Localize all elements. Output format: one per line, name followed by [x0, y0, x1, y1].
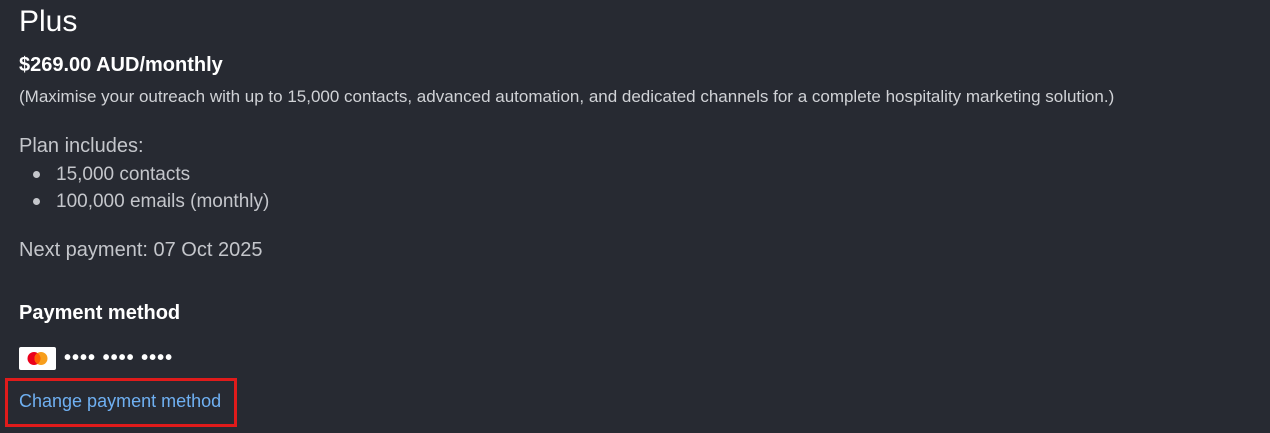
masked-card-number: •••• •••• ••••	[64, 347, 174, 369]
plan-includes-heading: Plan includes:	[19, 135, 144, 157]
plan-name: Plus	[19, 5, 78, 38]
bullet-icon	[33, 198, 40, 205]
plan-include-item: 100,000 emails (monthly)	[56, 191, 270, 212]
plan-includes-list: 15,000 contacts 100,000 emails (monthly)	[19, 161, 269, 215]
plan-include-item: 15,000 contacts	[56, 164, 191, 185]
saved-card-row: •••• •••• ••••	[19, 346, 173, 370]
mastercard-icon	[19, 346, 56, 370]
plan-description: (Maximise your outreach with up to 15,00…	[19, 87, 1115, 106]
plan-price: $269.00 AUD/monthly	[19, 54, 223, 76]
payment-method-heading: Payment method	[19, 302, 181, 324]
bullet-icon	[33, 171, 40, 178]
change-payment-method-link[interactable]: Change payment method	[19, 390, 221, 412]
subscription-plan-card: Plus $269.00 AUD/monthly (Maximise your …	[0, 0, 1270, 433]
list-item: 100,000 emails (monthly)	[19, 188, 269, 215]
next-payment-date: Next payment: 07 Oct 2025	[19, 239, 263, 261]
list-item: 15,000 contacts	[19, 161, 269, 188]
